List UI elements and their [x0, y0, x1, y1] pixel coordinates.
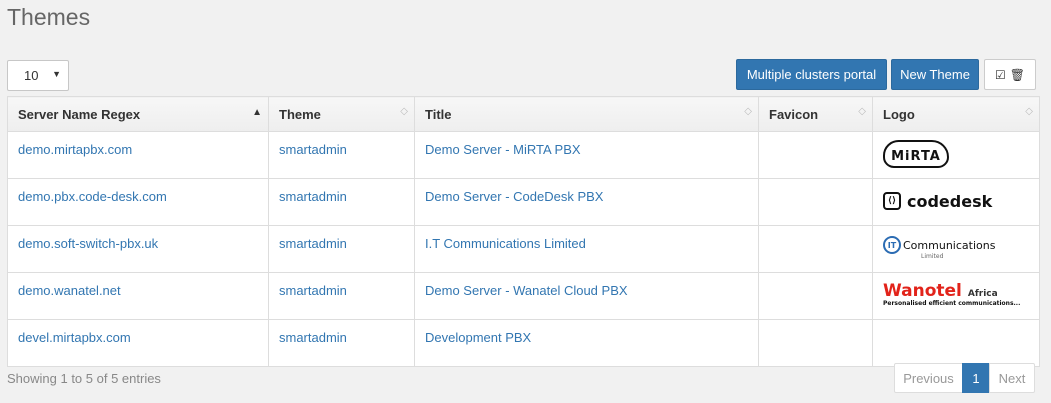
it-circle-icon: IT: [883, 236, 901, 254]
sort-icon: ◇: [858, 106, 866, 117]
new-theme-button[interactable]: New Theme: [891, 59, 979, 90]
logo-cell: [872, 319, 1040, 367]
mirta-logo: MiRTA: [883, 136, 1029, 172]
sort-icon: ◇: [744, 106, 752, 117]
table-row: devel.mirtapbx.com smartadmin Developmen…: [7, 319, 1040, 367]
table-row: demo.soft-switch-pbx.uk smartadmin I.T C…: [7, 225, 1040, 273]
table-row: demo.mirtapbx.com smartadmin Demo Server…: [7, 131, 1040, 179]
server-link[interactable]: devel.mirtapbx.com: [18, 330, 131, 345]
server-link[interactable]: demo.wanatel.net: [18, 283, 121, 298]
hexagon-icon: ⟨⟩: [883, 192, 901, 210]
sort-icon: ◇: [1025, 106, 1033, 117]
theme-link[interactable]: smartadmin: [279, 142, 347, 157]
theme-link[interactable]: smartadmin: [279, 283, 347, 298]
theme-link[interactable]: smartadmin: [279, 236, 347, 251]
table-row: demo.pbx.code-desk.com smartadmin Demo S…: [7, 178, 1040, 226]
column-header-logo[interactable]: Logo ◇: [872, 96, 1040, 132]
server-link[interactable]: demo.pbx.code-desk.com: [18, 189, 167, 204]
title-link[interactable]: Demo Server - Wanatel Cloud PBX: [425, 283, 628, 298]
page-1-button[interactable]: 1: [962, 363, 990, 393]
column-header-favicon[interactable]: Favicon ◇: [758, 96, 873, 132]
title-link[interactable]: Demo Server - MiRTA PBX: [425, 142, 581, 157]
previous-page-button[interactable]: Previous: [894, 363, 963, 393]
multiple-clusters-portal-button[interactable]: Multiple clusters portal: [736, 59, 887, 90]
title-link[interactable]: I.T Communications Limited: [425, 236, 586, 251]
page-length-select[interactable]: 10 ▼: [7, 60, 69, 91]
codedesk-logo: ⟨⟩ codedesk: [883, 183, 1029, 219]
title-link[interactable]: Demo Server - CodeDesk PBX: [425, 189, 603, 204]
favicon-cell: [758, 319, 873, 367]
column-header-title[interactable]: Title ◇: [414, 96, 759, 132]
table-row: demo.wanatel.net smartadmin Demo Server …: [7, 272, 1040, 320]
sort-icon: ◇: [400, 106, 408, 117]
table-info: Showing 1 to 5 of 5 entries: [7, 371, 161, 386]
server-link[interactable]: demo.soft-switch-pbx.uk: [18, 236, 158, 251]
cloud-icon: MiRTA: [883, 140, 949, 168]
favicon-cell: [758, 178, 873, 226]
column-header-theme[interactable]: Theme ◇: [268, 96, 415, 132]
sort-asc-icon: ▲: [252, 107, 262, 118]
page-title: Themes: [7, 4, 91, 30]
title-link[interactable]: Development PBX: [425, 330, 531, 345]
trash-icon: 🗑: [1009, 67, 1025, 82]
server-link[interactable]: demo.mirtapbx.com: [18, 142, 132, 157]
favicon-cell: [758, 272, 873, 320]
page-length-value: 10: [24, 68, 39, 83]
checkbox-icon: ☑: [995, 67, 1006, 82]
next-page-button[interactable]: Next: [989, 363, 1035, 393]
favicon-cell: [758, 131, 873, 179]
table-header-row: Server Name Regex ▲ Theme ◇ Title ◇ Favicon…: [7, 96, 1040, 132]
themes-table: Server Name Regex ▲ Theme ◇ Title ◇ Favicon…: [7, 96, 1040, 367]
theme-link[interactable]: smartadmin: [279, 189, 347, 204]
theme-link[interactable]: smartadmin: [279, 330, 347, 345]
pagination: Previous 1 Next: [894, 363, 1035, 393]
themes-table-wrapper: Server Name Regex ▲ Theme ◇ Title ◇ Favicon…: [7, 96, 1040, 367]
favicon-cell: [758, 225, 873, 273]
wanatel-logo: Wanotel Africa Personalised efficient com…: [883, 281, 1021, 308]
bulk-actions-button[interactable]: ☑ 🗑: [984, 59, 1036, 90]
column-header-server-name[interactable]: Server Name Regex ▲: [7, 96, 269, 132]
caret-down-icon: ▼: [52, 69, 61, 79]
it-communications-logo: IT Communications Limited: [883, 230, 1029, 266]
